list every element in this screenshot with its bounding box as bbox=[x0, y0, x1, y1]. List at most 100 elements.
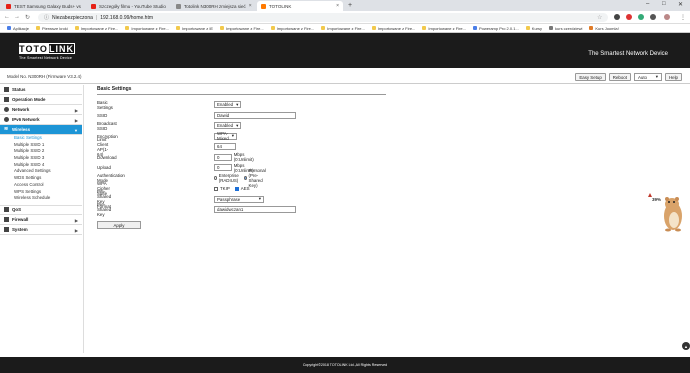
sidebar-item-operation-mode[interactable]: Operation Mode bbox=[0, 95, 82, 105]
wifi-icon: ≋ bbox=[4, 126, 9, 132]
sidebar-item-wireless[interactable]: ≋ Wireless ▼ bbox=[0, 125, 82, 135]
bookmark-item[interactable]: Importowane z IE bbox=[175, 26, 213, 31]
percent-label: 39% bbox=[652, 197, 662, 202]
minimize-icon[interactable]: – bbox=[646, 1, 649, 7]
bookmark-item[interactable]: Importowane z Fire... bbox=[270, 25, 315, 31]
language-value: Auto bbox=[637, 74, 648, 80]
ssid-input[interactable]: Dawid bbox=[214, 111, 296, 119]
sidebar-subitem[interactable]: Advanced Settings bbox=[0, 168, 82, 175]
bookmark-item[interactable]: Importowane z Fire... bbox=[220, 26, 264, 31]
info-icon[interactable]: ⓘ bbox=[44, 14, 49, 21]
limit-client-input[interactable]: 64 bbox=[214, 143, 236, 150]
extension-icon[interactable] bbox=[650, 14, 656, 20]
psk-format-select[interactable]: Passphrase ▾ bbox=[214, 195, 264, 203]
sidebar-subitem[interactable]: Multiple SSID 1 bbox=[0, 142, 82, 149]
chevron-down-icon: ▾ bbox=[655, 74, 658, 79]
sidebar-item-firewall[interactable]: Firewall ▶ bbox=[0, 215, 82, 225]
field-label: Pre-Shared Key bbox=[97, 202, 112, 217]
apply-button[interactable]: Apply bbox=[97, 221, 141, 229]
top-toolbar: Easy Setup Reboot Auto ▾ Help bbox=[575, 73, 682, 81]
sidebar-subitem[interactable]: Access Control bbox=[0, 182, 82, 189]
language-select[interactable]: Auto ▾ bbox=[633, 73, 662, 81]
folder-icon bbox=[74, 26, 79, 30]
bookmark-label: Pierwsze kroki bbox=[42, 25, 68, 31]
sidebar-subitem-basic-settings[interactable]: Basic Settings bbox=[0, 135, 82, 142]
close-icon[interactable]: × bbox=[166, 3, 170, 9]
folder-icon bbox=[525, 26, 530, 30]
sidebar-item-status[interactable]: Status bbox=[0, 85, 82, 95]
bookmark-label: Importowane z Fire... bbox=[377, 25, 416, 31]
basic-settings-select[interactable]: Enabled ▾ bbox=[214, 101, 242, 108]
close-window-icon[interactable]: ✕ bbox=[678, 1, 683, 8]
aes-checkbox[interactable] bbox=[234, 186, 239, 191]
reload-icon[interactable]: ↻ bbox=[25, 14, 30, 21]
tkip-checkbox[interactable] bbox=[214, 186, 218, 191]
radio-label: Personal (Pre-Shared Key) bbox=[248, 168, 266, 188]
psk-input[interactable]: dawidwczan1 bbox=[214, 206, 296, 213]
bookmark-item[interactable]: kurs czerdziewi bbox=[549, 26, 582, 31]
enterprise-radio[interactable] bbox=[214, 176, 217, 180]
reboot-button[interactable]: Reboot bbox=[608, 73, 631, 81]
help-button[interactable]: Help bbox=[664, 73, 682, 81]
browser-tab[interactable]: TEST Samsung Galaxy Buds+ vs × bbox=[2, 1, 84, 11]
personal-radio[interactable] bbox=[243, 176, 247, 180]
youtube-icon bbox=[6, 3, 11, 9]
broadcast-ssid-select[interactable]: Enabled ▾ bbox=[214, 122, 242, 129]
bookmark-label: Importowane z Fire... bbox=[276, 25, 315, 31]
maximize-icon[interactable]: □ bbox=[662, 1, 666, 7]
logo-text: TOTO bbox=[19, 43, 48, 54]
chevron-down-icon: ▾ bbox=[231, 133, 234, 138]
browser-tab-active[interactable]: TOTOLINK × bbox=[257, 1, 343, 11]
bookmark-item[interactable]: Importowane z Fire... bbox=[321, 26, 365, 31]
download-input[interactable]: 0 bbox=[214, 153, 232, 161]
url-bar[interactable]: ⓘ Niezabezpieczona | 192.168.0.99/home.h… bbox=[38, 13, 608, 22]
sidebar-item-label: Network bbox=[12, 107, 30, 112]
bookmark-item[interactable]: Kursy bbox=[525, 25, 543, 31]
menu-icon[interactable]: ⋮ bbox=[680, 14, 686, 21]
operation-mode-icon bbox=[4, 97, 9, 102]
sidebar-subitem[interactable]: Multiple SSID 3 bbox=[0, 155, 82, 162]
browser-tab[interactable]: Szczegóły filmu - YouTube Studio × bbox=[87, 1, 169, 11]
extension-icon[interactable] bbox=[638, 14, 644, 20]
encryption-select[interactable]: WPA-Mixed ▾ bbox=[214, 131, 237, 141]
bookmark-item[interactable]: Importowane z Fire... bbox=[422, 26, 466, 31]
radio-label: Enterprise (RADIUS) bbox=[218, 173, 239, 183]
sidebar-subitem[interactable]: Multiple SSID 4 bbox=[0, 162, 82, 169]
bookmark-item[interactable]: Importowane z Fire... bbox=[125, 26, 169, 31]
sidebar-item-qos[interactable]: QoS bbox=[0, 204, 82, 215]
totolink-logo: TOTO LINK The Smartest Network Device bbox=[19, 43, 75, 61]
main-content: Basic Settings Basic Settings Enabled ▾ S… bbox=[97, 86, 397, 246]
bookmark-item[interactable]: Poweramp Pro 2.0.1... bbox=[472, 26, 519, 31]
bookmark-item[interactable]: Importowane z Fire... bbox=[371, 25, 416, 31]
star-icon[interactable]: ☆ bbox=[597, 14, 602, 21]
forward-icon[interactable]: → bbox=[14, 14, 20, 20]
sidebar-subitem[interactable]: Wireless Schedule bbox=[0, 195, 82, 202]
bookmark-label: Aplikacje bbox=[13, 25, 30, 31]
bookmark-item[interactable]: Kurs Joomla! bbox=[589, 26, 619, 31]
extension-icon[interactable] bbox=[614, 14, 620, 20]
close-icon[interactable]: × bbox=[81, 3, 85, 9]
sidebar-subitem[interactable]: WDS Settings bbox=[0, 175, 82, 182]
sidebar-subitem[interactable]: WPS Settings bbox=[0, 189, 82, 196]
sidebar-item-system[interactable]: System ▶ bbox=[0, 225, 82, 235]
easy-setup-button[interactable]: Easy Setup bbox=[575, 73, 606, 81]
close-icon[interactable]: × bbox=[333, 3, 339, 9]
extension-icon[interactable] bbox=[626, 14, 632, 20]
chevron-up-icon[interactable]: ▲ bbox=[682, 342, 690, 350]
back-icon[interactable]: ← bbox=[4, 14, 10, 20]
folder-icon bbox=[270, 26, 275, 30]
bookmark-item[interactable]: Aplikacje bbox=[7, 26, 29, 31]
chevron-right-icon: ▶ bbox=[74, 227, 78, 233]
sidebar-item-network[interactable]: Network ▶ bbox=[0, 105, 82, 115]
sidebar-item-ipv6-network[interactable]: IPv6 Network ▶ bbox=[0, 115, 82, 125]
avatar[interactable] bbox=[664, 14, 670, 20]
sidebar-item-label: Operation Mode bbox=[12, 97, 46, 102]
close-icon[interactable]: × bbox=[246, 3, 252, 9]
new-tab-button[interactable]: + bbox=[348, 2, 352, 9]
model-info: Model No. N300RH (Firmware V3.2.4) bbox=[7, 74, 82, 79]
bookmark-label: Kursy bbox=[531, 25, 543, 31]
bookmark-item[interactable]: Importowane z Fire... bbox=[74, 26, 118, 31]
bookmark-item[interactable]: Pierwsze kroki bbox=[36, 26, 68, 31]
browser-tab[interactable]: Totolink N300RH zmiejsza sieć × bbox=[172, 1, 254, 11]
sidebar-subitem[interactable]: Multiple SSID 2 bbox=[0, 148, 82, 155]
